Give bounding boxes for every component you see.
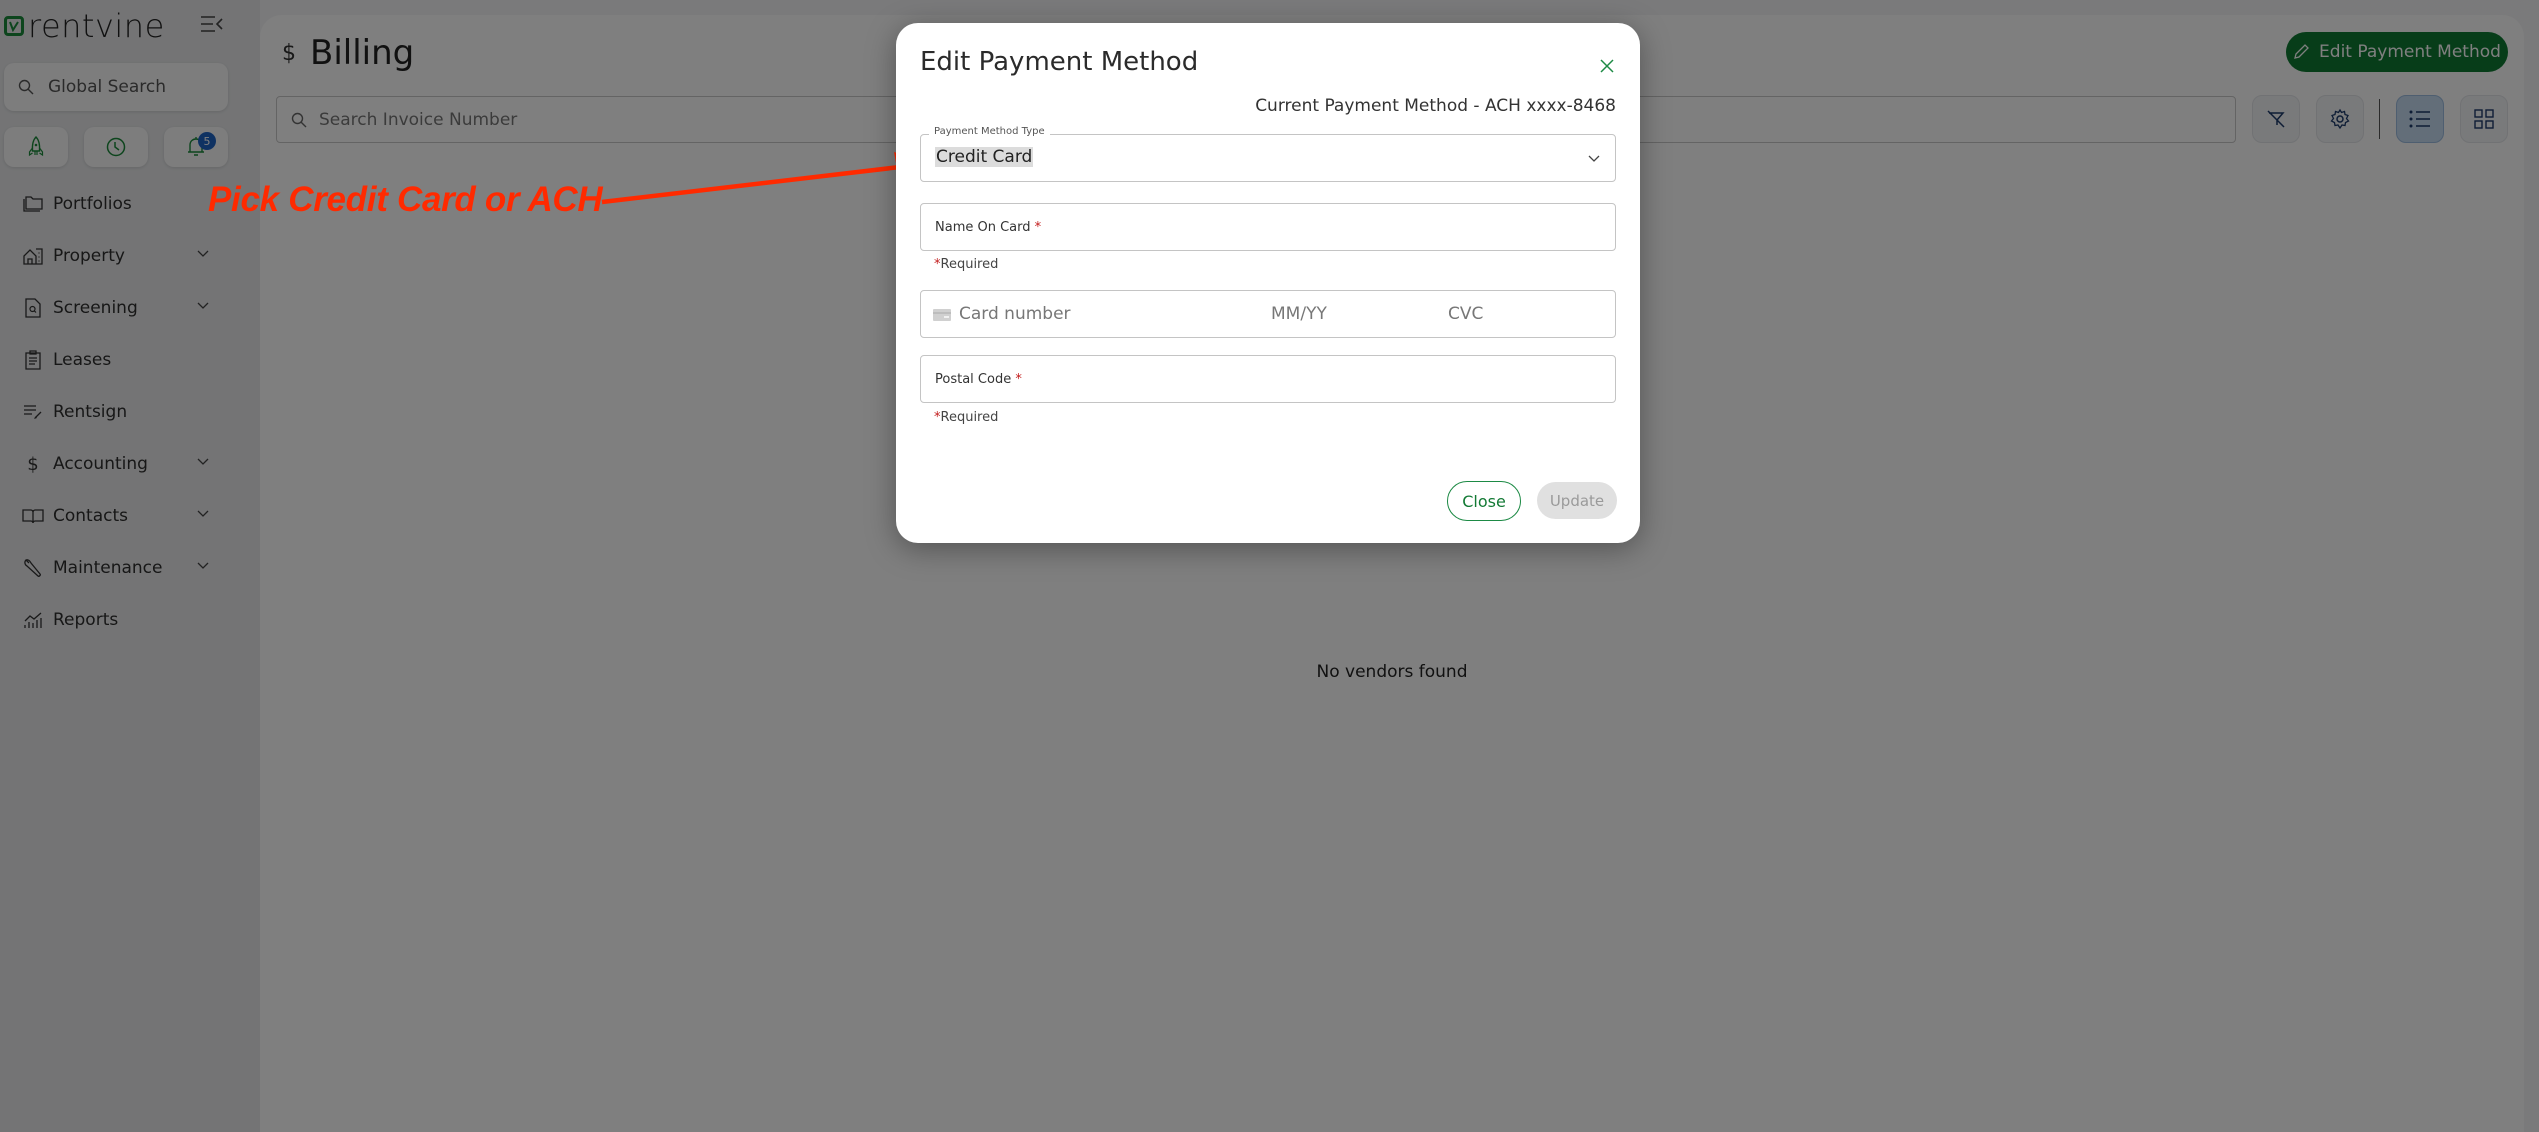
payment-method-type-select[interactable]: Payment Method Type Credit Card: [920, 126, 1616, 182]
close-icon: [1600, 59, 1614, 73]
postal-code-helper: *Required: [934, 410, 999, 425]
postal-code-field[interactable]: Postal Code *: [920, 355, 1616, 403]
modal-close-button[interactable]: [1592, 51, 1622, 81]
close-button[interactable]: Close: [1447, 481, 1521, 521]
current-payment-method: Current Payment Method - ACH xxxx-8468: [1255, 96, 1616, 116]
card-details-field[interactable]: Card number MM/YY CVC: [920, 290, 1616, 338]
annotation-arrow-icon: [601, 152, 930, 205]
card-expiry-input[interactable]: MM/YY: [1271, 304, 1327, 324]
edit-payment-method-modal: Edit Payment Method Current Payment Meth…: [896, 23, 1640, 543]
chevron-down-icon: [1588, 155, 1600, 162]
credit-card-icon: [933, 309, 951, 321]
card-cvc-input[interactable]: CVC: [1448, 304, 1483, 324]
annotation-text: Pick Credit Card or ACH: [208, 180, 603, 219]
name-on-card-field[interactable]: Name On Card *: [920, 203, 1616, 251]
payment-method-type-value: Credit Card: [935, 147, 1034, 167]
payment-method-type-label: Payment Method Type: [929, 126, 1050, 137]
modal-title: Edit Payment Method: [920, 47, 1199, 77]
postal-code-label: Postal Code *: [935, 372, 1022, 387]
name-on-card-helper: *Required: [934, 257, 999, 272]
card-number-input[interactable]: Card number: [959, 304, 1071, 324]
name-on-card-label: Name On Card *: [935, 220, 1042, 235]
update-button[interactable]: Update: [1537, 482, 1617, 519]
